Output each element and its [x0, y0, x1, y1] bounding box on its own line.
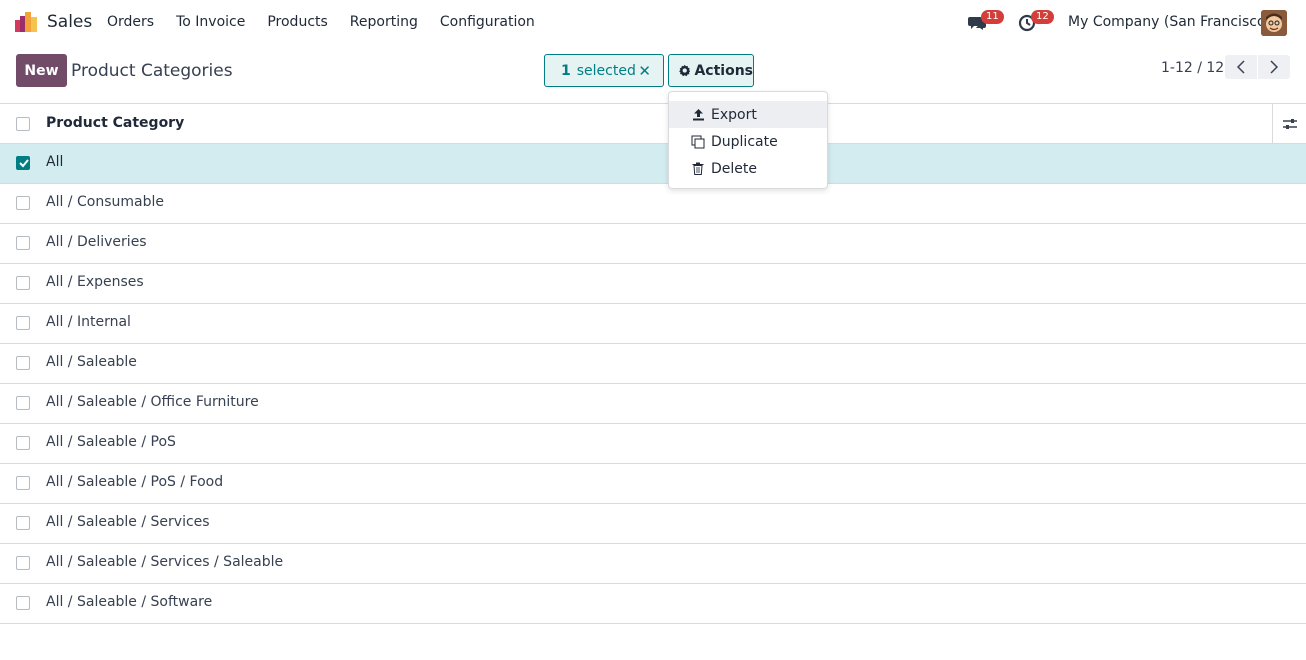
row-name: All / Deliveries	[46, 234, 147, 250]
actions-dropdown: Export Duplicate Delete	[668, 91, 828, 189]
actions-button[interactable]: Actions	[668, 54, 754, 87]
row-name: All / Saleable	[46, 354, 137, 370]
app-name[interactable]: Sales	[47, 12, 92, 32]
close-icon[interactable]: ✕	[638, 62, 651, 80]
row-checkbox[interactable]	[16, 516, 30, 530]
row-checkbox[interactable]	[16, 356, 30, 370]
row-checkbox[interactable]	[16, 596, 30, 610]
row-name: All / Saleable / Services / Saleable	[46, 554, 284, 570]
menu-reporting[interactable]: Reporting	[350, 14, 418, 30]
chevron-left-icon	[1237, 60, 1245, 74]
new-button[interactable]: New	[16, 54, 67, 87]
row-name: All / Internal	[46, 314, 131, 330]
row-checkbox[interactable]	[16, 396, 30, 410]
menu-item-duplicate[interactable]: Duplicate	[669, 128, 827, 155]
avatar[interactable]	[1261, 10, 1287, 36]
activities-badge: 12	[1031, 10, 1054, 24]
row-checkbox[interactable]	[16, 436, 30, 450]
upload-icon	[691, 108, 705, 122]
page-title: Product Categories	[71, 61, 233, 81]
table-row[interactable]: All / Saleable / Services / Saleable	[0, 544, 1306, 584]
row-name: All / Expenses	[46, 274, 144, 290]
copy-icon	[691, 135, 705, 149]
menu-products[interactable]: Products	[267, 14, 327, 30]
row-name: All / Saleable / PoS	[46, 434, 176, 450]
table-row[interactable]: All / Deliveries	[0, 224, 1306, 264]
pager-value[interactable]: 1-12 / 12	[1161, 60, 1224, 76]
column-header-product-category[interactable]: Product Category	[46, 115, 184, 131]
selected-count: 1	[561, 62, 571, 79]
main-menu: Orders To Invoice Products Reporting Con…	[107, 14, 557, 30]
table-header: Product Category	[0, 103, 1306, 144]
select-all-checkbox[interactable]	[16, 117, 30, 131]
table-row[interactable]: All / Consumable	[0, 184, 1306, 224]
row-name: All / Saleable / Office Furniture	[46, 394, 259, 410]
chevron-right-icon	[1270, 60, 1278, 74]
menu-to-invoice[interactable]: To Invoice	[176, 14, 245, 30]
row-name: All / Saleable / Software	[46, 594, 213, 610]
actions-label: Actions	[694, 62, 753, 79]
messages-button[interactable]: 11	[966, 10, 1006, 34]
company-switcher[interactable]: My Company (San Francisco)	[1068, 14, 1271, 30]
sales-logo-icon[interactable]	[15, 11, 38, 34]
row-checkbox[interactable]	[16, 556, 30, 570]
pager-previous-button[interactable]	[1225, 55, 1257, 79]
gear-icon	[679, 64, 691, 77]
table-row[interactable]: All / Expenses	[0, 264, 1306, 304]
row-checkbox[interactable]	[16, 316, 30, 330]
menu-item-label: Delete	[711, 160, 757, 177]
sliders-icon	[1282, 118, 1297, 129]
row-name: All / Saleable / Services	[46, 514, 210, 530]
table-row[interactable]: All / Saleable	[0, 344, 1306, 384]
optional-columns-button[interactable]	[1272, 104, 1306, 143]
table-row[interactable]: All / Saleable / Services	[0, 504, 1306, 544]
table-row[interactable]: All / Saleable / PoS	[0, 424, 1306, 464]
row-checkbox[interactable]	[16, 476, 30, 490]
row-name: All	[46, 154, 64, 170]
row-name: All / Consumable	[46, 194, 164, 210]
table-row[interactable]: All	[0, 144, 1306, 184]
menu-item-label: Duplicate	[711, 133, 778, 150]
avatar-face-icon	[1261, 10, 1287, 36]
selection-counter[interactable]: 1 selected ✕	[544, 54, 664, 87]
table-row[interactable]: All / Saleable / PoS / Food	[0, 464, 1306, 504]
table-row[interactable]: All / Saleable / Software	[0, 584, 1306, 624]
check-icon	[19, 159, 29, 168]
table-row[interactable]: All / Internal	[0, 304, 1306, 344]
row-checkbox[interactable]	[16, 276, 30, 290]
row-name: All / Saleable / PoS / Food	[46, 474, 224, 490]
top-navbar: Sales Orders To Invoice Products Reporti…	[0, 0, 1306, 46]
menu-configuration[interactable]: Configuration	[440, 14, 535, 30]
row-checkbox[interactable]	[16, 156, 30, 170]
activities-button[interactable]: 12	[1016, 10, 1056, 34]
menu-orders[interactable]: Orders	[107, 14, 154, 30]
menu-item-export[interactable]: Export	[669, 101, 827, 128]
menu-item-delete[interactable]: Delete	[669, 155, 827, 182]
messages-badge: 11	[981, 10, 1004, 24]
selected-label: selected	[576, 62, 636, 79]
menu-item-label: Export	[711, 106, 757, 123]
table-row[interactable]: All / Saleable / Office Furniture	[0, 384, 1306, 424]
trash-icon	[691, 162, 705, 176]
pager-next-button[interactable]	[1258, 55, 1290, 79]
row-checkbox[interactable]	[16, 196, 30, 210]
row-checkbox[interactable]	[16, 236, 30, 250]
